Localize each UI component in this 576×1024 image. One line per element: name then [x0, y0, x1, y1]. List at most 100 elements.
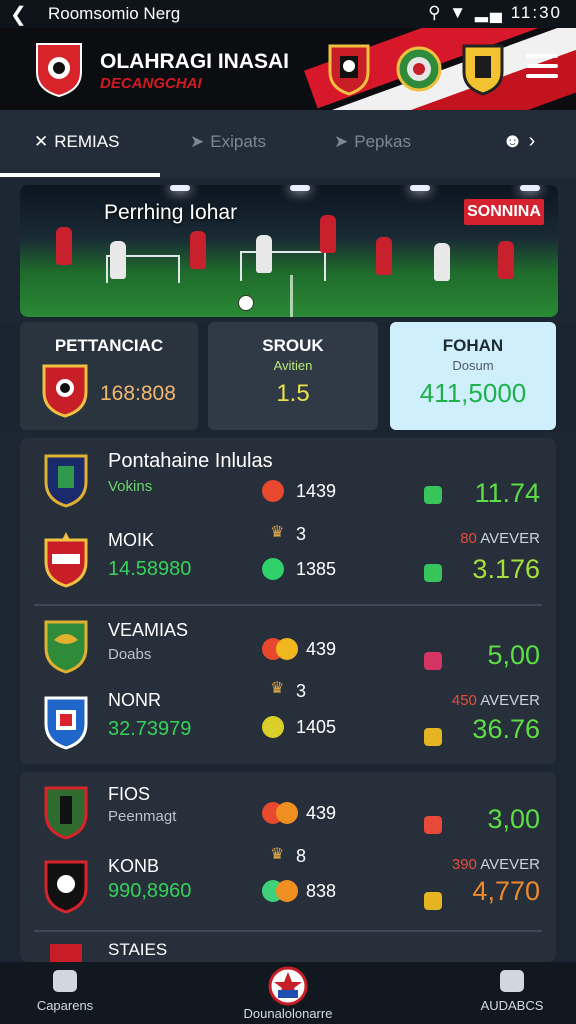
hamburger-menu-icon[interactable] [526, 54, 558, 82]
odd-value[interactable]: 3.176 [420, 554, 540, 585]
tab-label: Exipats [210, 132, 266, 151]
status-dot [276, 802, 298, 824]
banner-title: Perrhing Iohar [104, 201, 238, 224]
nav-caparens[interactable]: Caparens [20, 970, 110, 1013]
match-mid-value: 3 [296, 524, 307, 544]
avever-label: 390 AVEVER [410, 856, 540, 873]
avever-number: 450 [451, 692, 477, 709]
app-subtitle: DECANGCHAI [100, 75, 202, 92]
send-icon: ➤ [334, 132, 349, 151]
summary-card[interactable]: FOHAN Dosum 411,5000 [390, 322, 556, 430]
nav-label: Dounalolonarre [243, 1006, 333, 1021]
tab-remias[interactable]: ✕ REMIAS [34, 132, 119, 152]
avever-number: 390 [451, 856, 477, 873]
tab-label: REMIAS [54, 132, 120, 151]
player-figure [190, 231, 206, 269]
summary-card[interactable]: SROUK Avitien 1.5 [208, 322, 378, 430]
club-crest-icon[interactable] [396, 42, 442, 96]
odd-value[interactable]: 5,00 [420, 640, 540, 671]
status-dot [262, 480, 284, 502]
match-score: 838 [306, 881, 337, 901]
back-arrow-icon[interactable]: ❮ [10, 2, 27, 27]
status-dot [262, 558, 284, 580]
avever-text: AVEVER [480, 692, 540, 709]
app-logo-icon [36, 43, 82, 98]
summary-label: PETTANCIAC [54, 336, 164, 355]
match-mid-value: 8 [296, 846, 307, 866]
club-crest-icon[interactable] [460, 42, 506, 96]
match-score: 439 [306, 639, 337, 659]
summary-label: FOHAN [442, 336, 504, 355]
avever-number: 80 [460, 530, 477, 547]
nav-audabcs[interactable]: AUDABCS [466, 970, 558, 1013]
tab-exipats[interactable]: ➤ Exipats [190, 132, 266, 152]
club-crest-icon[interactable] [326, 42, 372, 96]
goal-post [240, 251, 326, 281]
summary-row: PETTANCIAC 168:808 SROUK Avitien 1.5 FOH… [0, 322, 576, 432]
match-score: 1439 [296, 481, 337, 501]
player-figure [256, 235, 272, 273]
club-crest-icon [44, 786, 88, 840]
status-bar: ❮ Roomsomio Nerg ⚲ ▼ ▂▄ 11:30 [0, 0, 576, 28]
player-figure [498, 241, 514, 279]
club-crest-icon [44, 860, 88, 914]
status-dot [262, 716, 284, 738]
team-name: KONB [108, 856, 160, 876]
featured-match-banner[interactable]: Perrhing Iohar SONNINA [20, 185, 558, 317]
live-badge[interactable]: SONNINA [464, 199, 544, 225]
team-stat: 990,8960 [108, 880, 192, 902]
match-score: 1405 [296, 717, 337, 737]
summary-value: 411,5000 [419, 378, 527, 408]
avever-text: AVEVER [480, 856, 540, 873]
match-sub: Doabs [108, 646, 152, 663]
avever-label: 450 AVEVER [410, 692, 540, 709]
match-title: Pontahaine Inlulas [108, 450, 273, 472]
player-figure [434, 243, 450, 281]
pitch-line [290, 275, 293, 317]
nav-label: AUDABCS [480, 998, 544, 1013]
odd-value[interactable]: 3,00 [420, 804, 540, 835]
summary-sub: Dosum [452, 358, 494, 373]
player-figure [110, 241, 126, 279]
stadium-light [170, 185, 190, 191]
odd-value[interactable]: 4,770 [420, 876, 540, 907]
summary-card[interactable]: PETTANCIAC 168:808 [20, 322, 198, 430]
send-icon: ➤ [190, 132, 205, 151]
stadium-light [290, 185, 310, 191]
match-score: 1385 [296, 559, 337, 579]
divider [34, 930, 542, 932]
match-score: 439 [306, 803, 337, 823]
club-crest-icon [50, 944, 82, 962]
summary-label: SROUK [262, 336, 324, 355]
odd-value[interactable]: 36.76 [420, 714, 540, 745]
match-mid-value: 3 [296, 681, 307, 701]
player-figure [320, 215, 336, 253]
player-figure [376, 237, 392, 275]
summary-sub: Avitien [273, 358, 313, 373]
team-name: NONR [108, 690, 161, 710]
tab-bar: ✕ REMIAS ➤ Exipats ➤ Pepkas ☻ › [0, 110, 576, 178]
avever-label: 80 AVEVER [410, 530, 540, 547]
club-crest-icon [44, 620, 88, 674]
stadium-light [520, 185, 540, 191]
club-crest-icon [44, 454, 88, 508]
app-title: OLAHRAGI INASAI [100, 50, 289, 73]
match-title: FIOS [108, 784, 151, 804]
flag-badge-icon [268, 966, 308, 1006]
match-sub: Peenmagt [108, 808, 177, 825]
wifi-icon: ▼ [449, 3, 469, 22]
home-icon [53, 970, 77, 992]
user-chevron-icon[interactable]: ☻ › [502, 130, 535, 153]
trophy-icon: ♛ [270, 846, 285, 863]
match-title: VEAMIAS [108, 620, 189, 640]
stadium-light [410, 185, 430, 191]
odd-value[interactable]: 11.74 [420, 478, 540, 509]
club-crest-icon [44, 532, 88, 588]
camera-icon [500, 970, 524, 992]
avever-text: AVEVER [480, 530, 540, 547]
trophy-icon: ♛ [270, 524, 285, 541]
tab-pepkas[interactable]: ➤ Pepkas [334, 132, 411, 152]
nav-dounalolonarre[interactable]: Dounalolonarre [220, 966, 356, 1021]
close-x-icon: ✕ [34, 132, 49, 151]
match-group-card: Pontahaine Inlulas Vokins 1439 11.74 MOI… [20, 438, 556, 764]
